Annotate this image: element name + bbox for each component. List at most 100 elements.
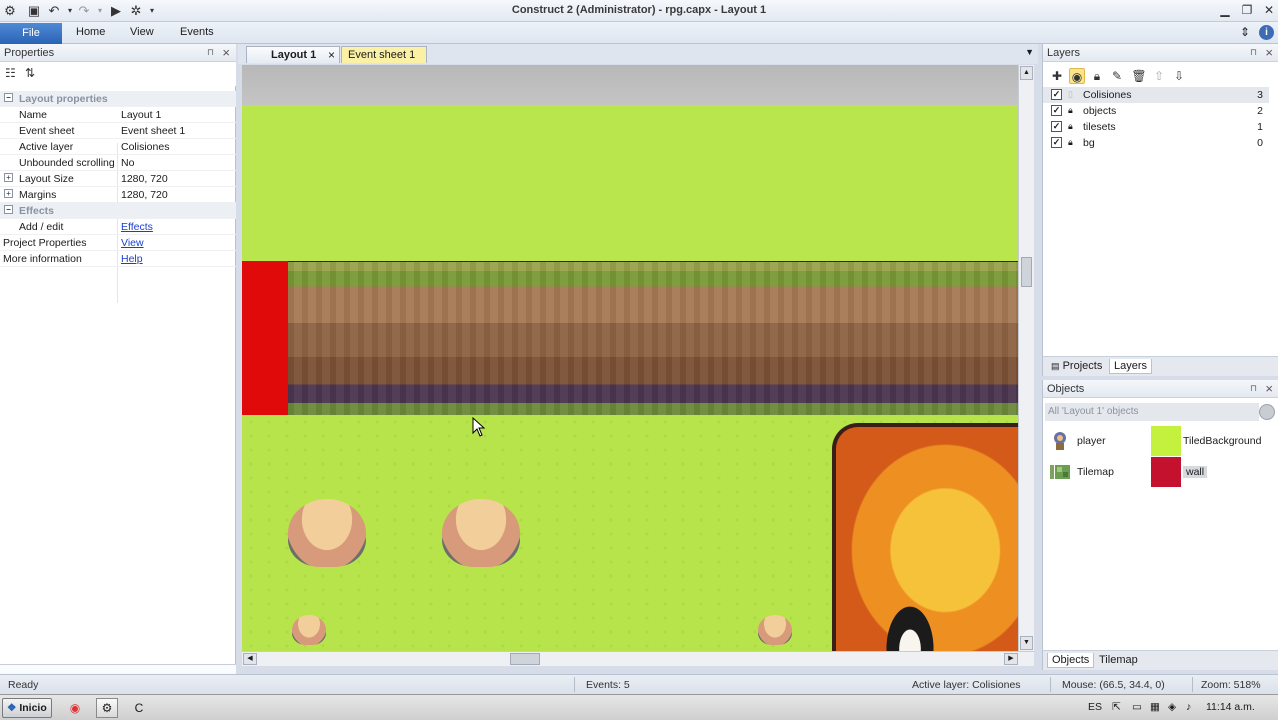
tab-objects[interactable]: Objects bbox=[1047, 653, 1095, 668]
help-icon[interactable]: i bbox=[1259, 25, 1274, 40]
categorized-icon[interactable]: ☷ bbox=[5, 66, 16, 80]
close-tab-icon[interactable]: × bbox=[328, 48, 335, 62]
close-panel-icon[interactable]: × bbox=[222, 45, 230, 60]
sort-alpha-icon[interactable]: ⇅ bbox=[25, 66, 35, 80]
tree-stump[interactable] bbox=[288, 499, 366, 567]
lock-icon[interactable]: 🔒︎ bbox=[1068, 105, 1078, 116]
objects-filter[interactable]: All 'Layout 1' objects bbox=[1045, 403, 1259, 421]
small-stump[interactable] bbox=[758, 615, 792, 645]
close-icon[interactable]: ✕ bbox=[1262, 3, 1276, 17]
minimize-icon[interactable]: ▁ bbox=[1218, 3, 1232, 17]
tab-tilemap[interactable]: Tilemap bbox=[1095, 653, 1142, 667]
delete-icon[interactable]: 🗑︎ bbox=[1131, 68, 1147, 84]
property-row-event-sheet[interactable]: Event sheet Event sheet 1 bbox=[0, 123, 236, 139]
property-category-effects[interactable]: − Effects bbox=[0, 203, 236, 219]
edit-icon[interactable]: ✎ bbox=[1109, 68, 1125, 84]
construct-app-icon[interactable]: ⚙ bbox=[96, 698, 118, 718]
layer-visible-checkbox[interactable]: ✓ bbox=[1051, 89, 1062, 100]
object-wall[interactable]: wall bbox=[1149, 457, 1208, 487]
layer-visible-checkbox[interactable]: ✓ bbox=[1051, 137, 1062, 148]
ribbon-collapse-icon[interactable]: ⇕ bbox=[1240, 25, 1250, 39]
property-row-more-information[interactable]: More information Help bbox=[0, 251, 236, 267]
property-value[interactable]: Colisiones bbox=[121, 141, 169, 153]
property-row-layout-size[interactable]: + Layout Size 1280, 720 bbox=[0, 171, 236, 187]
property-value[interactable]: 1280, 720 bbox=[121, 173, 168, 185]
layer-visible-checkbox[interactable]: ✓ bbox=[1051, 121, 1062, 132]
tab-event-sheet-1[interactable]: Event sheet 1 bbox=[341, 46, 427, 63]
scroll-left-icon[interactable]: ◀ bbox=[243, 653, 257, 665]
property-row-unbounded-scrolling[interactable]: Unbounded scrolling No bbox=[0, 155, 236, 171]
tray-volume-icon[interactable]: ♪ bbox=[1186, 701, 1191, 713]
tree-stump[interactable] bbox=[442, 499, 520, 567]
tray-device-icon[interactable]: ▭ bbox=[1132, 701, 1142, 713]
language-indicator[interactable]: ES bbox=[1088, 701, 1102, 713]
scroll-down-icon[interactable]: ▼ bbox=[1020, 636, 1033, 650]
object-player[interactable]: player bbox=[1043, 426, 1149, 456]
restore-icon[interactable]: ❐ bbox=[1240, 3, 1254, 17]
layer-row-tilesets[interactable]: ✓ 🔒︎ tilesets 1 bbox=[1043, 119, 1269, 135]
vertical-scrollbar[interactable]: ▲ ▼ bbox=[1018, 65, 1034, 651]
close-panel-icon[interactable]: × bbox=[1265, 45, 1273, 60]
collapse-icon[interactable]: − bbox=[4, 205, 13, 214]
layer-row-objects[interactable]: ✓ 🔒︎ objects 2 bbox=[1043, 103, 1269, 119]
view-link[interactable]: View bbox=[121, 237, 144, 249]
tab-layout-1[interactable]: Layout 1 × bbox=[246, 46, 340, 63]
move-up-icon[interactable]: ⇧ bbox=[1151, 68, 1167, 84]
tilemap-cliff[interactable] bbox=[288, 261, 1018, 415]
effects-link[interactable]: Effects bbox=[121, 221, 153, 233]
horizontal-scrollbar[interactable]: ◀ ▶ bbox=[242, 651, 1034, 666]
collapse-icon[interactable]: − bbox=[4, 93, 13, 102]
tab-projects[interactable]: ▤ Projects bbox=[1047, 359, 1106, 373]
object-tilemap[interactable]: Tilemap bbox=[1043, 457, 1149, 487]
property-row-add-edit[interactable]: Add / edit Effects bbox=[0, 219, 236, 235]
scroll-thumb[interactable] bbox=[1021, 257, 1032, 287]
filter-button[interactable] bbox=[1259, 404, 1275, 420]
chrome-icon[interactable]: ◉ bbox=[64, 698, 86, 718]
close-panel-icon[interactable]: × bbox=[1265, 381, 1273, 396]
lock-icon[interactable]: 🔒︎ bbox=[1068, 121, 1078, 132]
eye-icon[interactable]: ◉ bbox=[1069, 68, 1085, 84]
expand-icon[interactable]: + bbox=[4, 173, 13, 182]
tray-network-icon[interactable]: ▦ bbox=[1150, 701, 1160, 713]
property-value[interactable]: Layout 1 bbox=[121, 109, 161, 121]
layout-canvas[interactable] bbox=[242, 65, 1018, 651]
property-value[interactable]: Event sheet 1 bbox=[121, 125, 185, 137]
layer-visible-checkbox[interactable]: ✓ bbox=[1051, 105, 1062, 116]
property-row-name[interactable]: Name Layout 1 bbox=[0, 107, 236, 123]
wall-object[interactable] bbox=[242, 261, 288, 415]
property-value[interactable]: No bbox=[121, 157, 134, 169]
tray-security-icon[interactable]: ◈ bbox=[1168, 701, 1176, 713]
tab-view[interactable]: View bbox=[130, 26, 154, 38]
tab-events[interactable]: Events bbox=[180, 26, 214, 38]
layer-row-bg[interactable]: ✓ 🔒︎ bg 0 bbox=[1043, 135, 1269, 151]
pin-icon[interactable]: ⊓ bbox=[1250, 383, 1257, 394]
property-row-project-properties[interactable]: Project Properties View bbox=[0, 235, 236, 251]
lock-icon[interactable]: 🔒︎ bbox=[1089, 68, 1105, 84]
move-down-icon[interactable]: ⇩ bbox=[1171, 68, 1187, 84]
property-row-margins[interactable]: + Margins 1280, 720 bbox=[0, 187, 236, 203]
pin-icon[interactable]: ⊓ bbox=[207, 47, 214, 58]
scroll-up-icon[interactable]: ▲ bbox=[1020, 66, 1033, 80]
file-menu-button[interactable]: File bbox=[0, 23, 62, 44]
object-tiledbackground[interactable]: TiledBackground bbox=[1149, 426, 1267, 456]
small-stump[interactable] bbox=[292, 615, 326, 645]
giant-tree[interactable] bbox=[832, 423, 1018, 651]
add-layer-icon[interactable]: ✚ bbox=[1049, 68, 1065, 84]
start-button[interactable]: ❖ Inicio bbox=[2, 698, 52, 718]
scroll-thumb[interactable] bbox=[510, 653, 540, 665]
clock[interactable]: 11:14 a.m. bbox=[1206, 701, 1255, 713]
property-value[interactable]: 1280, 720 bbox=[121, 189, 168, 201]
tab-list-dropdown-icon[interactable]: ▼ bbox=[1025, 47, 1034, 57]
help-link[interactable]: Help bbox=[121, 253, 143, 265]
property-category-layout[interactable]: − Layout properties bbox=[0, 91, 236, 107]
tray-arrow-icon[interactable]: ⇱ bbox=[1112, 701, 1121, 713]
tab-home[interactable]: Home bbox=[76, 26, 105, 38]
pin-icon[interactable]: ⊓ bbox=[1250, 47, 1257, 58]
construct-c-icon[interactable]: C bbox=[128, 698, 150, 718]
lock-icon[interactable]: 🔒︎ bbox=[1068, 137, 1078, 148]
layer-row-colisiones[interactable]: ✓ ▯ Colisiones 3 bbox=[1043, 87, 1269, 103]
expand-icon[interactable]: + bbox=[4, 189, 13, 198]
tiled-background-grass[interactable] bbox=[242, 105, 1018, 261]
tab-layers[interactable]: Layers bbox=[1109, 359, 1153, 374]
unlocked-icon[interactable]: ▯ bbox=[1068, 89, 1078, 100]
